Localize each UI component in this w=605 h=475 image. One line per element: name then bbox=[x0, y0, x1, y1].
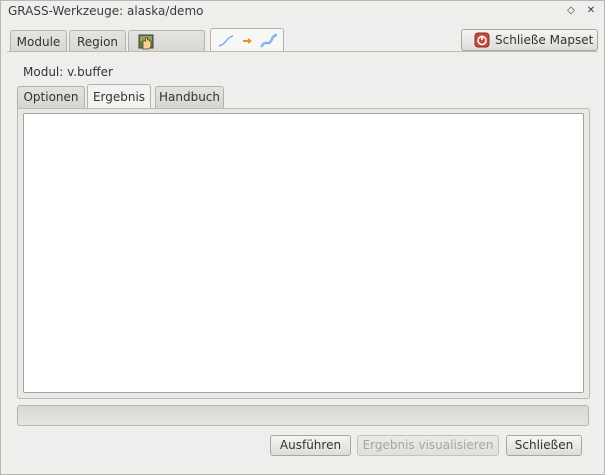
restore-icon[interactable]: ◇ bbox=[564, 3, 578, 19]
tab-module[interactable]: Module bbox=[10, 30, 67, 52]
hand-map-icon bbox=[138, 34, 154, 57]
tab-region-label: Region bbox=[76, 35, 119, 49]
tab-vector-tools[interactable] bbox=[210, 28, 284, 52]
grass-tools-window: GRASS-Werkzeuge: alaska/demo ◇ ✕ Module … bbox=[0, 0, 605, 475]
window-title: GRASS-Werkzeuge: alaska/demo bbox=[8, 4, 204, 18]
close-mapset-button[interactable]: Schließe Mapset bbox=[461, 29, 598, 51]
power-icon bbox=[474, 32, 490, 54]
tab-optionen[interactable]: Optionen bbox=[17, 86, 85, 108]
title-bar: GRASS-Werkzeuge: alaska/demo ◇ ✕ bbox=[1, 1, 604, 23]
progress-bar bbox=[17, 405, 589, 426]
tab-handbuch[interactable]: Handbuch bbox=[155, 86, 224, 108]
tab-map-tools[interactable] bbox=[128, 30, 205, 52]
tab-handbuch-label: Handbuch bbox=[158, 90, 221, 104]
tab-ergebnis-label: Ergebnis bbox=[92, 90, 146, 104]
result-panel bbox=[17, 108, 590, 399]
tab-optionen-label: Optionen bbox=[23, 90, 79, 104]
tab-module-label: Module bbox=[16, 35, 61, 49]
tab-ergebnis[interactable]: Ergebnis bbox=[87, 84, 151, 109]
output-textarea[interactable] bbox=[23, 113, 584, 393]
run-button[interactable]: Ausführen bbox=[270, 435, 351, 456]
close-button[interactable]: Schließen bbox=[506, 435, 582, 456]
close-mapset-label: Schließe Mapset bbox=[495, 33, 594, 47]
close-icon[interactable]: ✕ bbox=[584, 3, 598, 19]
visualize-result-button[interactable]: Ergebnis visualisieren bbox=[357, 435, 499, 456]
module-name-label: Modul: v.buffer bbox=[23, 65, 113, 79]
tab-bar-divider bbox=[7, 51, 597, 52]
tab-region[interactable]: Region bbox=[69, 30, 126, 52]
line-to-curve-icon bbox=[217, 33, 281, 56]
